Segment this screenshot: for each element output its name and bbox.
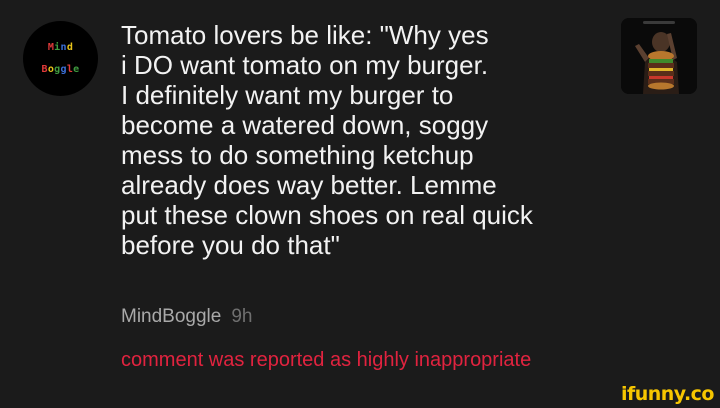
timestamp: 9h <box>231 306 253 327</box>
meme-thumbnail[interactable] <box>621 18 697 94</box>
avatar-letter: d <box>66 41 74 53</box>
report-notice: comment was reported as highly inappropr… <box>121 349 532 371</box>
comment-meta: MindBoggle 9h <box>121 305 252 329</box>
avatar-letter: e <box>73 63 80 75</box>
username[interactable]: MindBoggle <box>121 306 221 327</box>
comment-text: Tomato lovers be like: "Why yes i DO wan… <box>121 20 533 260</box>
avatar-word-mind: Mind <box>48 41 74 53</box>
ifunny-watermark: ifunny.co <box>620 383 715 405</box>
burger-meme-image <box>621 18 697 94</box>
avatar-word-boggle: Boggle <box>42 63 80 75</box>
avatar[interactable]: Mind Boggle <box>23 21 98 96</box>
